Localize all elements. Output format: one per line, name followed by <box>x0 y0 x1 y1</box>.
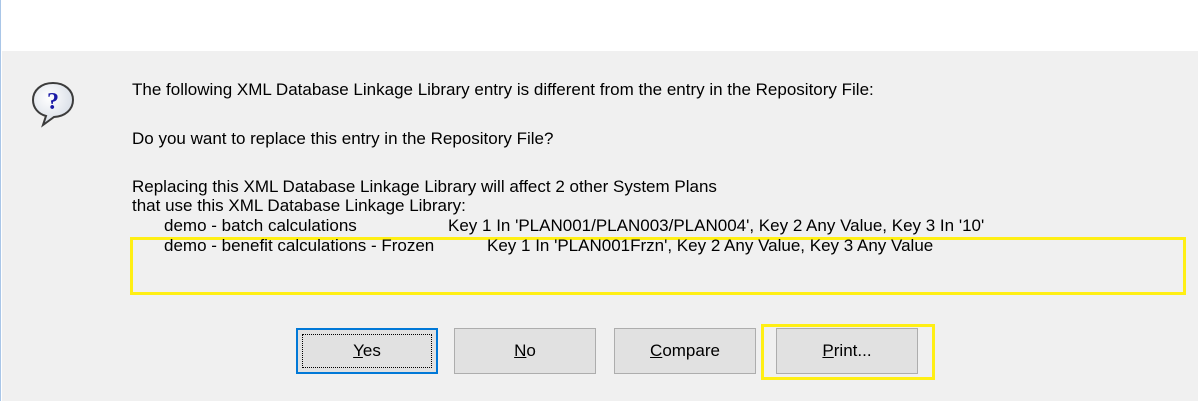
focus-rectangle <box>302 334 432 368</box>
plan-row: demo - batch calculations Key 1 In 'PLAN… <box>164 216 1184 235</box>
message-line-1: The following XML Database Linkage Libra… <box>132 80 874 99</box>
svg-text:?: ? <box>47 89 59 115</box>
question-icon: ? <box>31 81 75 128</box>
print-button-label: Print... <box>822 341 871 361</box>
plan-keys: Key 1 In 'PLAN001/PLAN003/PLAN004', Key … <box>448 216 985 235</box>
title-bar[interactable] <box>2 0 1198 51</box>
message-line-3: Replacing this XML Database Linkage Libr… <box>132 177 717 196</box>
plan-name: demo - benefit calculations - Frozen <box>164 236 435 255</box>
print-button[interactable]: Print... <box>776 328 918 374</box>
compare-label-rest: ompare <box>662 341 720 360</box>
no-button-label: No <box>514 341 536 361</box>
compare-button[interactable]: Compare <box>614 328 756 374</box>
yes-button[interactable]: Yes <box>296 328 438 374</box>
print-mnemonic: P <box>822 341 834 360</box>
plan-keys: Key 1 In 'PLAN001Frzn', Key 2 Any Value,… <box>487 236 934 255</box>
plan-row: demo - benefit calculations - Frozen Key… <box>164 236 1184 255</box>
compare-button-label: Compare <box>650 341 720 361</box>
no-button[interactable]: No <box>454 328 596 374</box>
compare-mnemonic: C <box>650 341 663 360</box>
no-mnemonic: N <box>514 341 527 360</box>
no-label-rest: o <box>526 341 536 360</box>
dialog-client-area: ? The following XML Database Linkage Lib… <box>2 51 1198 401</box>
plan-name: demo - batch calculations <box>164 216 357 235</box>
print-label-rest: rint... <box>833 341 872 360</box>
message-line-4: that use this XML Database Linkage Libra… <box>132 196 466 215</box>
dialog-window: ? The following XML Database Linkage Lib… <box>0 0 1198 401</box>
message-line-2: Do you want to replace this entry in the… <box>132 129 554 148</box>
